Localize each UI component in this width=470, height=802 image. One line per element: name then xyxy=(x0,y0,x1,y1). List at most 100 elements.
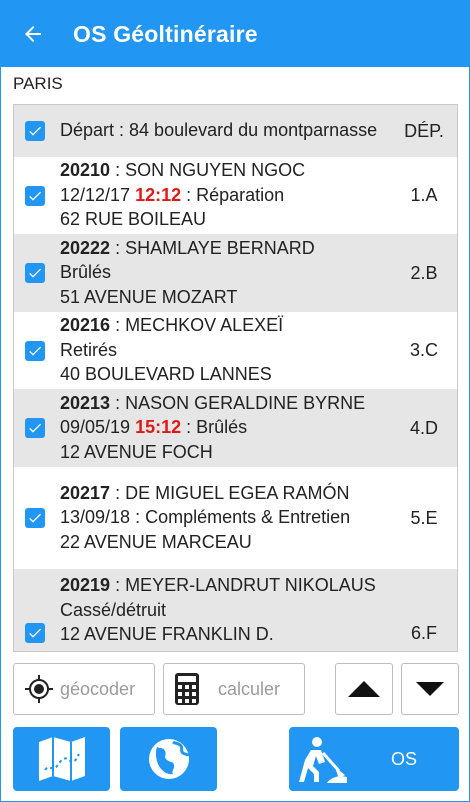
departure-row[interactable]: Départ : 84 boulevard du montparnasse DÉ… xyxy=(14,105,457,157)
arrow-left-icon xyxy=(25,26,41,42)
list-item[interactable]: 20219 : MEYER-LANDRUT NIKOLAUS Cassé/dét… xyxy=(14,569,457,651)
item-title-line: 20222 : SHAMLAYE BERNARD xyxy=(60,236,395,261)
item-detail-line: 09/05/19 15:12 : Brûlés xyxy=(60,415,395,440)
worker-digging-icon xyxy=(299,737,347,783)
item-detail-line: 12/12/17 12:12 : Réparation xyxy=(60,183,395,208)
checkbox-cell xyxy=(14,121,56,141)
check-icon xyxy=(29,346,41,356)
list-item[interactable]: 20217 : DE MIGUEL EGEA RAMÓN 13/09/18 : … xyxy=(14,467,457,569)
item-checkbox[interactable] xyxy=(25,623,45,643)
item-name: : MECHKOV ALEXEÏ xyxy=(110,315,284,336)
item-reason: : Compléments & Entretien xyxy=(130,507,351,528)
item-reason: : Réparation xyxy=(181,184,285,205)
list-item[interactable]: 20222 : SHAMLAYE BERNARD Brûlés 51 AVENU… xyxy=(14,234,457,312)
item-checkbox[interactable] xyxy=(25,185,45,206)
app-frame: OS Géoltinéraire PARIS Départ : 84 boule… xyxy=(0,0,470,802)
move-up-button[interactable] xyxy=(335,663,393,715)
triangle-up-icon xyxy=(348,681,380,697)
item-text: 20216 : MECHKOV ALEXEÏ Retirés 40 BOULEV… xyxy=(56,311,395,390)
calculator-icon xyxy=(175,673,199,705)
list-item[interactable]: 20210 : SON NGUYEN NGOC 12/12/17 12:12 :… xyxy=(14,157,457,234)
map-button[interactable] xyxy=(13,727,110,791)
item-address: 40 BOULEVARD LANNES xyxy=(60,364,272,385)
check-icon xyxy=(29,268,41,278)
item-text: 20222 : SHAMLAYE BERNARD Brûlés 51 AVENU… xyxy=(56,234,395,313)
item-date: 13/09/18 xyxy=(60,507,131,528)
item-code: 20216 xyxy=(60,315,111,336)
item-reason: Brûlés xyxy=(60,262,112,283)
item-reason: Retirés xyxy=(60,339,118,360)
item-checkbox[interactable] xyxy=(25,263,45,283)
item-address: 62 RUE BOILEAU xyxy=(60,209,207,230)
check-icon xyxy=(29,513,41,523)
item-text: 20217 : DE MIGUEL EGEA RAMÓN 13/09/18 : … xyxy=(56,479,395,558)
geocode-button[interactable]: géocoder xyxy=(13,663,155,715)
geocode-label: géocoder xyxy=(60,678,136,699)
checkbox-cell xyxy=(14,263,56,283)
item-reason: : Brûlés xyxy=(181,417,248,438)
departure-text: Départ : 84 boulevard du montparnasse xyxy=(60,120,378,141)
globe-button[interactable] xyxy=(120,727,217,791)
item-title-line: 20216 : MECHKOV ALEXEÏ xyxy=(60,313,395,338)
item-text: 20219 : MEYER-LANDRUT NIKOLAUS Cassé/dét… xyxy=(56,571,395,650)
item-detail-line: 13/09/18 : Compléments & Entretien xyxy=(60,505,395,530)
item-code: 20217 xyxy=(60,482,111,503)
checkbox-cell xyxy=(14,185,56,206)
item-reason: Cassé/détruit xyxy=(60,599,167,620)
item-dep: 1.A xyxy=(410,185,438,206)
city-label: PARIS xyxy=(13,74,63,93)
checkbox-cell xyxy=(14,623,56,643)
page-title: OS Géoltinéraire xyxy=(73,20,258,47)
item-code: 20213 xyxy=(60,392,111,413)
item-name: : DE MIGUEL EGEA RAMÓN xyxy=(110,482,350,503)
item-dep: 3.C xyxy=(409,340,438,361)
check-icon xyxy=(29,191,41,201)
departure-checkbox[interactable] xyxy=(25,121,45,141)
item-time: 12:12 xyxy=(135,184,182,205)
item-dep: 4.D xyxy=(409,417,438,438)
departure-header: DÉP. xyxy=(404,120,444,141)
item-title-line: 20217 : DE MIGUEL EGEA RAMÓN xyxy=(60,481,395,506)
item-code: 20222 xyxy=(60,237,111,258)
back-button[interactable] xyxy=(1,1,65,67)
calculate-button[interactable]: calculer xyxy=(163,663,305,715)
check-icon xyxy=(29,423,41,433)
item-name: : MEYER-LANDRUT NIKOLAUS xyxy=(110,575,376,595)
item-title-line: 20213 : NASON GERALDINE BYRNE xyxy=(60,391,395,416)
map-icon xyxy=(38,737,85,781)
item-code: 20210 xyxy=(60,160,111,181)
item-name: : NASON GERALDINE BYRNE xyxy=(110,392,366,413)
checkbox-cell xyxy=(14,508,56,528)
list-item[interactable]: 20213 : NASON GERALDINE BYRNE 09/05/19 1… xyxy=(14,389,457,467)
check-icon xyxy=(29,126,41,136)
item-address: 51 AVENUE MOZART xyxy=(60,286,238,307)
checkbox-cell xyxy=(14,418,56,438)
item-address: 22 AVENUE MARCEAU xyxy=(60,531,252,552)
triangle-down-icon xyxy=(416,682,444,696)
item-dep: 2.B xyxy=(410,262,438,283)
item-date: 12/12/17 xyxy=(60,184,136,205)
item-text: 20210 : SON NGUYEN NGOC 12/12/17 12:12 :… xyxy=(56,156,395,235)
check-icon xyxy=(29,628,41,638)
item-checkbox[interactable] xyxy=(25,418,45,438)
item-address: 12 AVENUE FOCH xyxy=(60,441,213,462)
calculate-label: calculer xyxy=(218,678,281,699)
item-code: 20219 xyxy=(60,575,111,595)
checkbox-cell xyxy=(14,340,56,361)
item-checkbox[interactable] xyxy=(25,508,45,528)
list-item[interactable]: 20216 : MECHKOV ALEXEÏ Retirés 40 BOULEV… xyxy=(14,312,457,389)
os-button[interactable]: OS xyxy=(289,727,459,791)
item-date: 09/05/19 xyxy=(60,417,136,438)
item-address: 12 AVENUE FRANKLIN D. xyxy=(60,624,274,644)
item-checkbox[interactable] xyxy=(25,340,45,361)
move-down-button[interactable] xyxy=(401,663,459,715)
app-bar: OS Géoltinéraire xyxy=(1,1,469,67)
item-title-line: 20210 : SON NGUYEN NGOC xyxy=(60,158,395,183)
item-text: 20213 : NASON GERALDINE BYRNE 09/05/19 1… xyxy=(56,389,395,468)
crosshair-icon xyxy=(25,675,53,703)
item-dep: 5.E xyxy=(410,507,438,528)
os-label: OS xyxy=(391,748,418,769)
item-dep: 6.F xyxy=(410,623,437,643)
globe-icon xyxy=(148,739,189,779)
itinerary-list[interactable]: Départ : 84 boulevard du montparnasse DÉ… xyxy=(13,104,458,652)
